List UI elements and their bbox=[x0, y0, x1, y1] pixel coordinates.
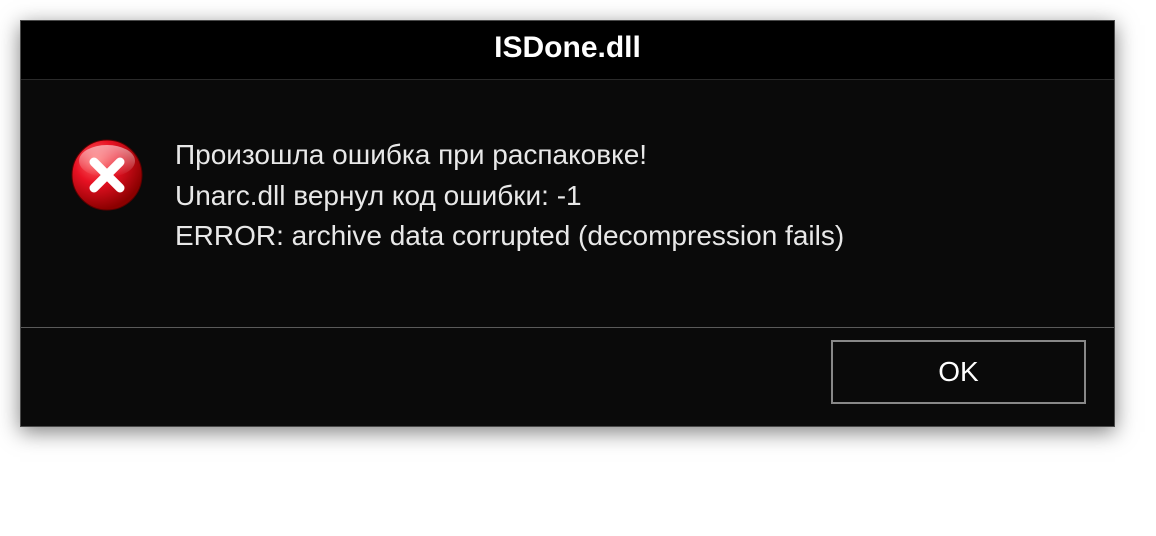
dialog-button-area: OK bbox=[21, 327, 1114, 426]
message-line-3: ERROR: archive data corrupted (decompres… bbox=[175, 216, 844, 257]
error-icon bbox=[69, 137, 145, 218]
message-line-1: Произошла ошибка при распаковке! bbox=[175, 135, 844, 176]
dialog-title: ISDone.dll bbox=[494, 31, 641, 64]
dialog-content: Произошла ошибка при распаковке! Unarc.d… bbox=[21, 80, 1114, 327]
dialog-message: Произошла ошибка при распаковке! Unarc.d… bbox=[175, 135, 844, 257]
error-dialog: ISDone.dll bbox=[20, 20, 1115, 427]
message-line-2: Unarc.dll вернул код ошибки: -1 bbox=[175, 176, 844, 217]
dialog-titlebar: ISDone.dll bbox=[21, 21, 1114, 80]
ok-button[interactable]: OK bbox=[831, 340, 1086, 404]
